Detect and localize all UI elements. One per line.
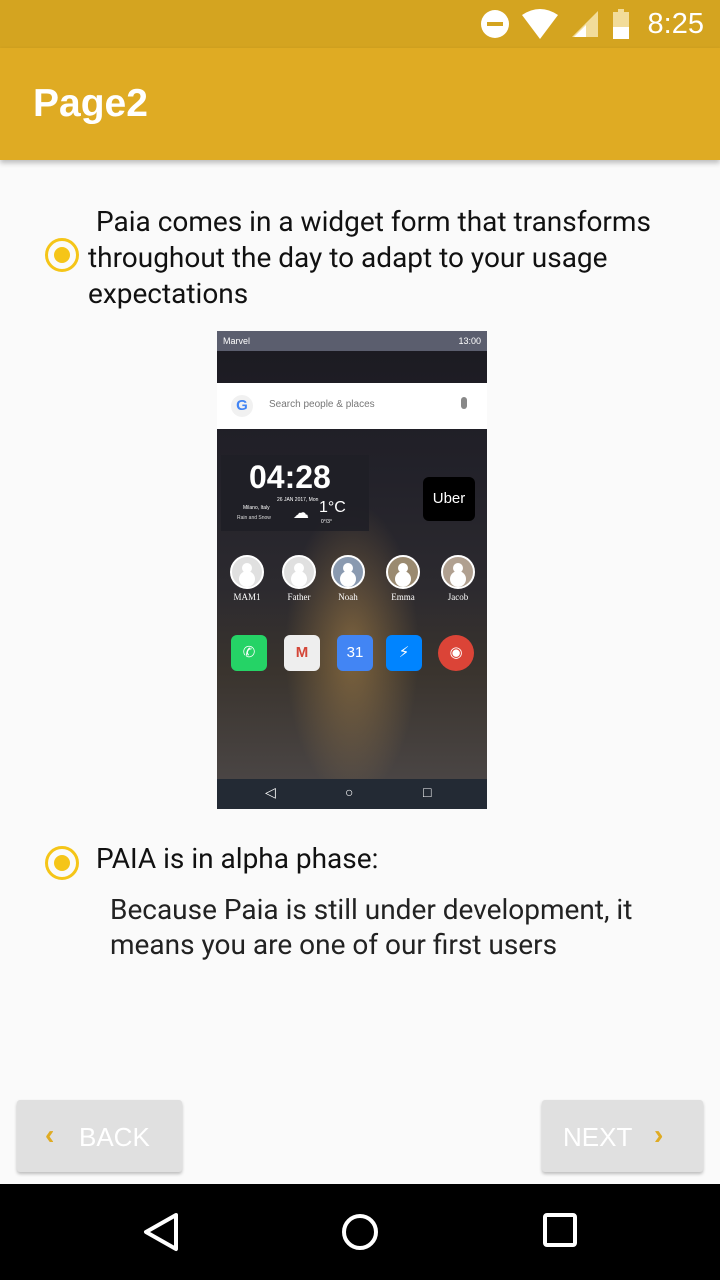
page-title: Page2 [33,82,148,125]
status-time: 8:25 [647,7,704,40]
preview-contact: Father [274,555,324,602]
back-button[interactable]: ‹ BACK [17,1100,182,1172]
mic-icon [461,397,467,409]
avatar-icon [230,555,264,589]
snow-cloud-icon: ☁ [293,505,309,522]
alpha-phase-description: Because Paia is still under development,… [110,893,633,961]
preview-contact: MAM1 [222,555,272,602]
google-icon: G [231,395,253,417]
preview-back-icon: ◁ [265,784,276,800]
preview-temperature: 1°C [319,499,346,516]
battery-icon [612,9,629,39]
bullet-radio-icon [45,846,79,880]
preview-contact: Jacob [433,555,483,602]
preview-condition: Rain and Snow [237,515,271,521]
do-not-disturb-icon [480,10,509,38]
preview-clock: 04:28 [249,459,331,495]
preview-home-icon: ○ [345,784,354,800]
nav-home-icon[interactable] [340,1212,380,1252]
widget-preview-image: Marvel 13:00 G Search people & places 04… [217,331,487,809]
back-button-label: BACK [79,1122,150,1152]
bullet-radio-icon [45,238,79,272]
chrome-icon: ◉ [438,635,474,671]
gmail-icon: M [284,635,320,671]
avatar-icon [331,555,365,589]
avatar-icon [441,555,475,589]
calendar-icon: 31 [337,635,373,671]
preview-app-row: ✆ M 31 ⚡ ◉ [217,635,487,675]
preview-contact: Emma [378,555,428,602]
preview-time: 13:00 [458,336,481,346]
preview-search-bar: G Search people & places [217,383,487,429]
preview-city: Milano, Italy [243,505,270,511]
chevron-left-icon: ‹ [45,1119,55,1150]
preview-search-placeholder: Search people & places [269,399,375,410]
preview-contacts: MAM1 Father Noah Emma Jacob [217,555,487,615]
preview-contact: Noah [323,555,373,602]
chevron-right-icon: › [654,1119,664,1150]
preview-recents-icon: □ [423,784,432,800]
messenger-icon: ⚡ [386,635,422,671]
nav-back-icon[interactable] [142,1212,180,1252]
signal-icon [571,11,598,37]
preview-status-bar: Marvel 13:00 [217,331,487,351]
preview-nav-bar: ◁ ○ □ [217,779,487,809]
next-button[interactable]: NEXT › [542,1100,703,1172]
avatar-icon [386,555,420,589]
widget-description-text: Paia comes in a widget form that transfo… [88,205,651,310]
next-button-label: NEXT [563,1122,633,1152]
whatsapp-icon: ✆ [231,635,267,671]
uber-app-icon: Uber [423,477,475,521]
preview-carrier: Marvel [223,336,251,346]
avatar-icon [282,555,316,589]
status-bar: 8:25 [0,0,720,48]
system-nav-bar [0,1184,720,1280]
nav-recents-icon[interactable] [542,1212,578,1248]
alpha-phase-title: PAIA is in alpha phase: [96,842,379,875]
preview-clock-widget: 04:28 26 JAN 2017, Mon Milano, Italy Rai… [221,455,369,531]
wifi-icon [521,9,558,39]
app-bar: Page2 [0,48,720,160]
preview-minmax: 0°/3° [321,519,332,525]
